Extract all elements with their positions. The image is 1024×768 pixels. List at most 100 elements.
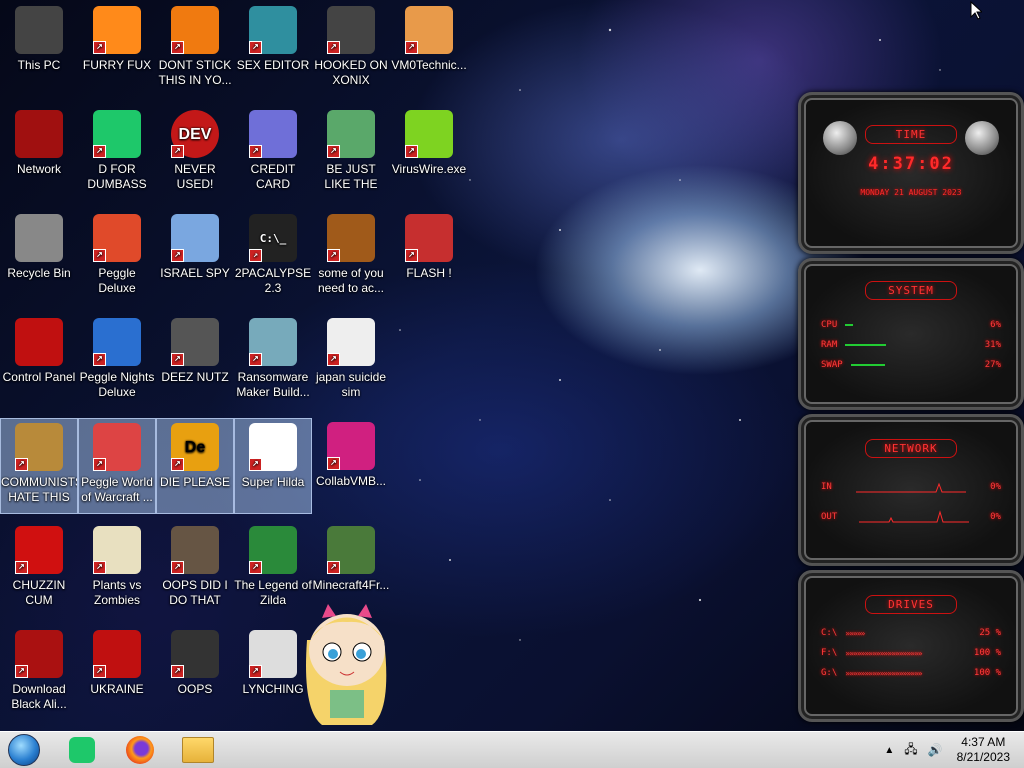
shortcut-arrow-icon: ↗ xyxy=(327,145,340,158)
shortcut-arrow-icon: ↗ xyxy=(405,145,418,158)
desktop-icon[interactable]: ↗ SEX EDITOR xyxy=(234,2,312,98)
desktop-icon[interactable]: ↗ OOPS xyxy=(156,626,234,722)
minecraft-icon: ↗ xyxy=(327,526,375,574)
desktop-icon[interactable]: ↗ OOPS DID I DO THAT xyxy=(156,522,234,618)
cpu-bar xyxy=(845,324,982,326)
desktop-icon-label: japan suicide sim xyxy=(315,370,387,399)
desktop-icon[interactable]: ↗ COMMUNISTS HATE THIS G... xyxy=(0,418,78,514)
volume-icon[interactable]: 🔊 xyxy=(928,743,943,757)
taskbar-clock[interactable]: 4:37 AM 8/21/2023 xyxy=(957,735,1010,765)
desktop-icon[interactable]: ↗ Peggle Nights Deluxe xyxy=(78,314,156,410)
drive-label: F:\ xyxy=(821,648,838,658)
desktop-icon[interactable]: ↗ FLASH ! xyxy=(390,210,468,306)
desktop-icon[interactable]: ↗ HOOKED ON XONIX xyxy=(312,2,390,98)
shortcut-arrow-icon: ↗ xyxy=(171,665,184,678)
drive-row: G:\ »»»»»»»»»»»»»»»»»»»» 100 % xyxy=(801,668,1021,678)
desktop-icon-label: DIE PLEASE xyxy=(159,475,231,489)
desktop-icon[interactable]: ↗ CHUZZIN CUM xyxy=(0,522,78,618)
desktop-icon-label: Download Black Ali... xyxy=(11,682,67,711)
chevron-up-icon[interactable]: ▲ xyxy=(884,745,894,756)
desktop-icon[interactable]: ↗ DEEZ NUTZ xyxy=(156,314,234,410)
shortcut-arrow-icon: ↗ xyxy=(93,41,106,54)
desktop-icon[interactable]: Recycle Bin xyxy=(0,210,78,306)
shortcut-arrow-icon: ↗ xyxy=(405,249,418,262)
desktop-icon[interactable]: DEV ↗ NEVER USED! xyxy=(156,106,234,202)
desktop-icon-label: Network xyxy=(16,162,61,176)
vlc-icon: ↗ xyxy=(171,6,219,54)
flash-icon: ↗ xyxy=(405,214,453,262)
desktop-icon[interactable]: ↗ UKRAINE xyxy=(78,626,156,722)
desktop-icon-label: ISRAEL SPY xyxy=(160,266,230,280)
taskbar-file-explorer[interactable] xyxy=(178,734,218,766)
shortcut-arrow-icon: ↗ xyxy=(327,41,340,54)
desktop-icon-label: Minecraft4Fr... xyxy=(312,578,390,592)
desktop-icon[interactable]: De ↗ DIE PLEASE xyxy=(156,418,234,514)
desktop-icon-label: Control Panel xyxy=(2,370,76,384)
swap-label: SWAP xyxy=(821,360,843,370)
shortcut-arrow-icon: ↗ xyxy=(249,561,262,574)
desktop-icon-label: CREDIT CARD CHECKER xyxy=(250,162,296,191)
shortcut-arrow-icon: ↗ xyxy=(405,41,418,54)
net-out-graph xyxy=(858,510,969,523)
desktop-icon[interactable]: ↗ ISRAEL SPY xyxy=(156,210,234,306)
network-title: NETWORK xyxy=(865,439,957,458)
desktop-icon[interactable]: ↗ CollabVMB... xyxy=(312,418,390,514)
desktop-icon[interactable]: ↗ FURRY FUX xyxy=(78,2,156,98)
cpu-value: 6% xyxy=(990,320,1001,330)
desktop-icon-label: Ransomware Maker Build... xyxy=(236,370,310,399)
shortcut-arrow-icon: ↗ xyxy=(249,249,262,262)
shortcut-arrow-icon: ↗ xyxy=(249,665,262,678)
desktop-icon[interactable]: ↗ Peggle World of Warcraft ... xyxy=(78,418,156,514)
network-icon[interactable]: 🖧 xyxy=(904,740,917,761)
taskbar-app-green[interactable] xyxy=(62,734,102,766)
desktop-icon-label: Peggle Deluxe xyxy=(98,266,136,295)
desktop-icon[interactable]: ↗ VM0Technic... xyxy=(390,2,468,98)
system-widget: SYSTEM CPU 6% RAM 31% SWAP 27% xyxy=(798,258,1024,410)
desktop-icon-label: CHUZZIN CUM xyxy=(12,578,66,607)
desktop-icon[interactable]: This PC xyxy=(0,2,78,98)
desktop-icon[interactable]: ↗ some of you need to ac... xyxy=(312,210,390,306)
clock-date: 8/21/2023 xyxy=(956,750,1010,764)
net-in-value: 0% xyxy=(990,482,1001,492)
ram-label: RAM xyxy=(821,340,838,350)
desktop-icon-label: Plants vs Zombies xyxy=(92,578,142,607)
shortcut-arrow-icon: ↗ xyxy=(249,145,262,158)
desktop-icon[interactable]: ↗ D FOR DUMBASS xyxy=(78,106,156,202)
control-panel-icon xyxy=(15,318,63,366)
desktop-icon[interactable]: ↗ Ransomware Maker Build... xyxy=(234,314,312,410)
cpu-label: CPU xyxy=(821,320,838,330)
die-please-icon: De ↗ xyxy=(171,423,219,471)
desktop-icon-label: 2PACALYPSE 2.3 xyxy=(234,266,312,295)
this-pc-icon xyxy=(15,6,63,54)
chat-icon: ↗ xyxy=(93,110,141,158)
desktop-icon-label: DEEZ NUTZ xyxy=(161,370,229,384)
lynching-icon: ↗ xyxy=(249,630,297,678)
desktop-icon[interactable]: ↗ VirusWire.exe xyxy=(390,106,468,202)
desktop-icon[interactable]: ↗ BE JUST LIKE THE DUDE! xyxy=(312,106,390,202)
deez-nutz-icon: ↗ xyxy=(171,318,219,366)
desktop-icon[interactable]: ↗ Plants vs Zombies xyxy=(78,522,156,618)
start-button[interactable] xyxy=(4,734,44,766)
desktop-icon-label: FLASH ! xyxy=(406,266,452,280)
desktop-icon[interactable]: ↗ Download Black Ali... xyxy=(0,626,78,722)
shortcut-arrow-icon: ↗ xyxy=(327,353,340,366)
desktop-icon[interactable]: ↗ japan suicide sim xyxy=(312,314,390,410)
desktop-icon[interactable]: ↗ DONT STICK THIS IN YO... xyxy=(156,2,234,98)
desktop-icon[interactable]: Network xyxy=(0,106,78,202)
desktop-icon[interactable]: Control Panel xyxy=(0,314,78,410)
time-widget: TIME 4:37:02 MONDAY 21 AUGUST 2023 xyxy=(798,92,1024,254)
desktop-icon[interactable]: ↗ CREDIT CARD CHECKER xyxy=(234,106,312,202)
shortcut-arrow-icon: ↗ xyxy=(327,457,340,470)
net-out-label: OUT xyxy=(821,512,838,522)
drive-row: F:\ »»»»»»»»»»»»»»»»»»»» 100 % xyxy=(801,648,1021,658)
recycle-bin-icon xyxy=(15,214,63,262)
desktop-icon[interactable]: ↗ Peggle Deluxe xyxy=(78,210,156,306)
desktop-icon[interactable]: C:\_ ↗ 2PACALYPSE 2.3 xyxy=(234,210,312,306)
taskbar-firefox[interactable] xyxy=(120,734,160,766)
start-orb-icon xyxy=(8,734,40,766)
ransomware-icon: ↗ xyxy=(249,318,297,366)
hxd-icon: ↗ xyxy=(249,6,297,54)
swap-value: 27% xyxy=(984,360,1001,370)
desktop-icon[interactable]: ↗ Super Hilda xyxy=(234,418,312,514)
drives-title: DRIVES xyxy=(865,595,957,614)
